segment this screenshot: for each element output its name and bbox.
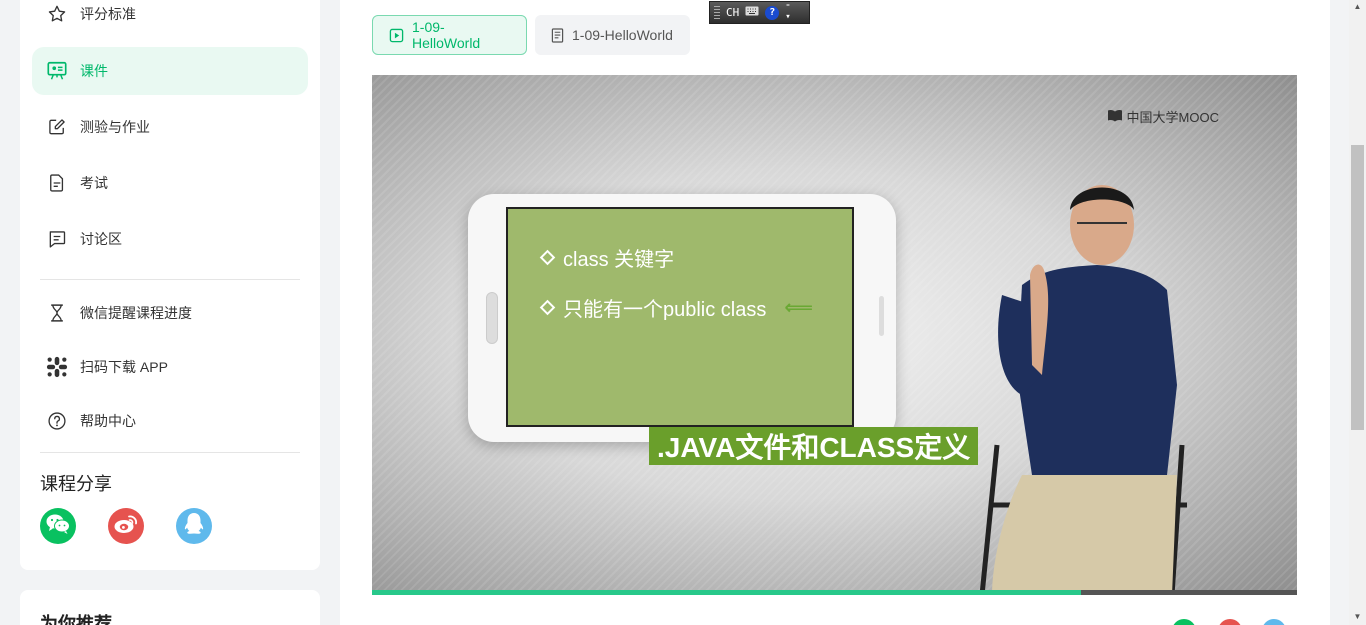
diamond-icon <box>539 299 556 316</box>
diamond-icon <box>539 249 556 266</box>
mooc-logo: 中国大学MOOC <box>1107 107 1219 126</box>
courseware-icon <box>46 60 68 82</box>
scroll-up-icon[interactable]: ▲ <box>1353 2 1362 11</box>
sidebar-item-label: 讨论区 <box>80 231 122 247</box>
share-wechat-button[interactable] <box>40 508 76 544</box>
sidebar-item-help[interactable]: 帮助中心 <box>32 397 308 445</box>
hourglass-icon <box>46 302 68 324</box>
video-caption: .JAVA文件和CLASS定义 <box>649 427 979 465</box>
sidebar-item-label: 扫码下载 APP <box>80 359 168 375</box>
qq-icon <box>183 511 205 542</box>
share-weibo-button[interactable] <box>108 508 144 544</box>
sidebar-item-exam[interactable]: 考试 <box>32 159 308 207</box>
sidebar-item-label: 微信提醒课程进度 <box>80 305 192 321</box>
divider <box>40 452 300 453</box>
sidebar-item-label: 考试 <box>80 175 108 191</box>
recommend-panel: 为你推荐 <box>20 590 320 625</box>
sidebar-item-grading[interactable]: 评分标准 <box>32 0 308 38</box>
keyboard-icon[interactable] <box>745 6 759 19</box>
tab-document[interactable]: 1-09-HelloWorld <box>535 15 690 55</box>
ime-help-icon[interactable]: ? <box>765 5 780 20</box>
share-qq-button[interactable] <box>176 508 212 544</box>
video-player[interactable]: 中国大学MOOC class 关键字 只能有一个public class ⟸ .… <box>372 75 1297 593</box>
sidebar-item-courseware[interactable]: 课件 <box>32 47 308 95</box>
tab-video[interactable]: 1-09-HelloWorld <box>372 15 527 55</box>
scroll-thumb[interactable] <box>1351 145 1364 430</box>
ime-menu-icon[interactable]: ⁼ ▾ <box>785 3 790 22</box>
help-icon <box>46 410 68 432</box>
video-progress-bar[interactable] <box>372 590 1297 595</box>
divider <box>40 279 300 280</box>
document-icon <box>46 172 68 194</box>
sidebar-item-label: 帮助中心 <box>80 413 136 429</box>
sidebar-item-label: 测验与作业 <box>80 119 150 135</box>
doc-icon <box>551 27 564 43</box>
scroll-down-icon[interactable]: ▼ <box>1353 612 1362 621</box>
tab-label: 1-09-HelloWorld <box>572 27 673 43</box>
share-title: 课程分享 <box>40 474 112 494</box>
sidebar-item-quiz[interactable]: 测验与作业 <box>32 103 308 151</box>
page-scrollbar[interactable]: ▲ ▼ <box>1349 0 1366 625</box>
slide-screen: class 关键字 只能有一个public class ⟸ <box>506 207 854 427</box>
sidebar-item-forum[interactable]: 讨论区 <box>32 215 308 263</box>
sidebar-item-label: 课件 <box>80 63 108 79</box>
sidebar-item-download-app[interactable]: 扫码下载 APP <box>32 343 308 391</box>
chat-icon <box>46 228 68 250</box>
star-icon <box>46 3 68 25</box>
phone-side-button <box>486 292 498 344</box>
play-icon <box>389 28 404 43</box>
wechat-icon <box>45 513 71 540</box>
slide-bullet: class 关键字 <box>539 243 674 272</box>
ime-language[interactable]: CH <box>726 6 739 19</box>
phone-illustration: class 关键字 只能有一个public class ⟸ <box>468 194 896 442</box>
edit-icon <box>46 116 68 138</box>
video-progress-fill <box>372 590 1081 595</box>
tab-label: 1-09-HelloWorld <box>412 19 481 51</box>
book-icon <box>1107 109 1123 125</box>
phone-side-button <box>879 296 884 336</box>
arrow-left-icon: ⟸ <box>784 297 814 319</box>
sidebar: 评分标准 课件 测验与作业 考试 讨论区 微信提醒课程进度 扫码下载 APP 帮… <box>20 0 320 570</box>
slide-bullet: 只能有一个public class ⟸ <box>539 293 814 322</box>
weibo-icon <box>113 513 139 540</box>
sidebar-item-label: 评分标准 <box>80 6 136 22</box>
recommend-title: 为你推荐 <box>40 614 112 625</box>
grip-icon <box>714 5 720 20</box>
ime-toolbar[interactable]: CH ? ⁼ ▾ <box>709 1 810 24</box>
sidebar-item-wechat-reminder[interactable]: 微信提醒课程进度 <box>32 289 308 337</box>
qr-icon <box>46 356 68 378</box>
presenter-figure <box>979 185 1187 593</box>
